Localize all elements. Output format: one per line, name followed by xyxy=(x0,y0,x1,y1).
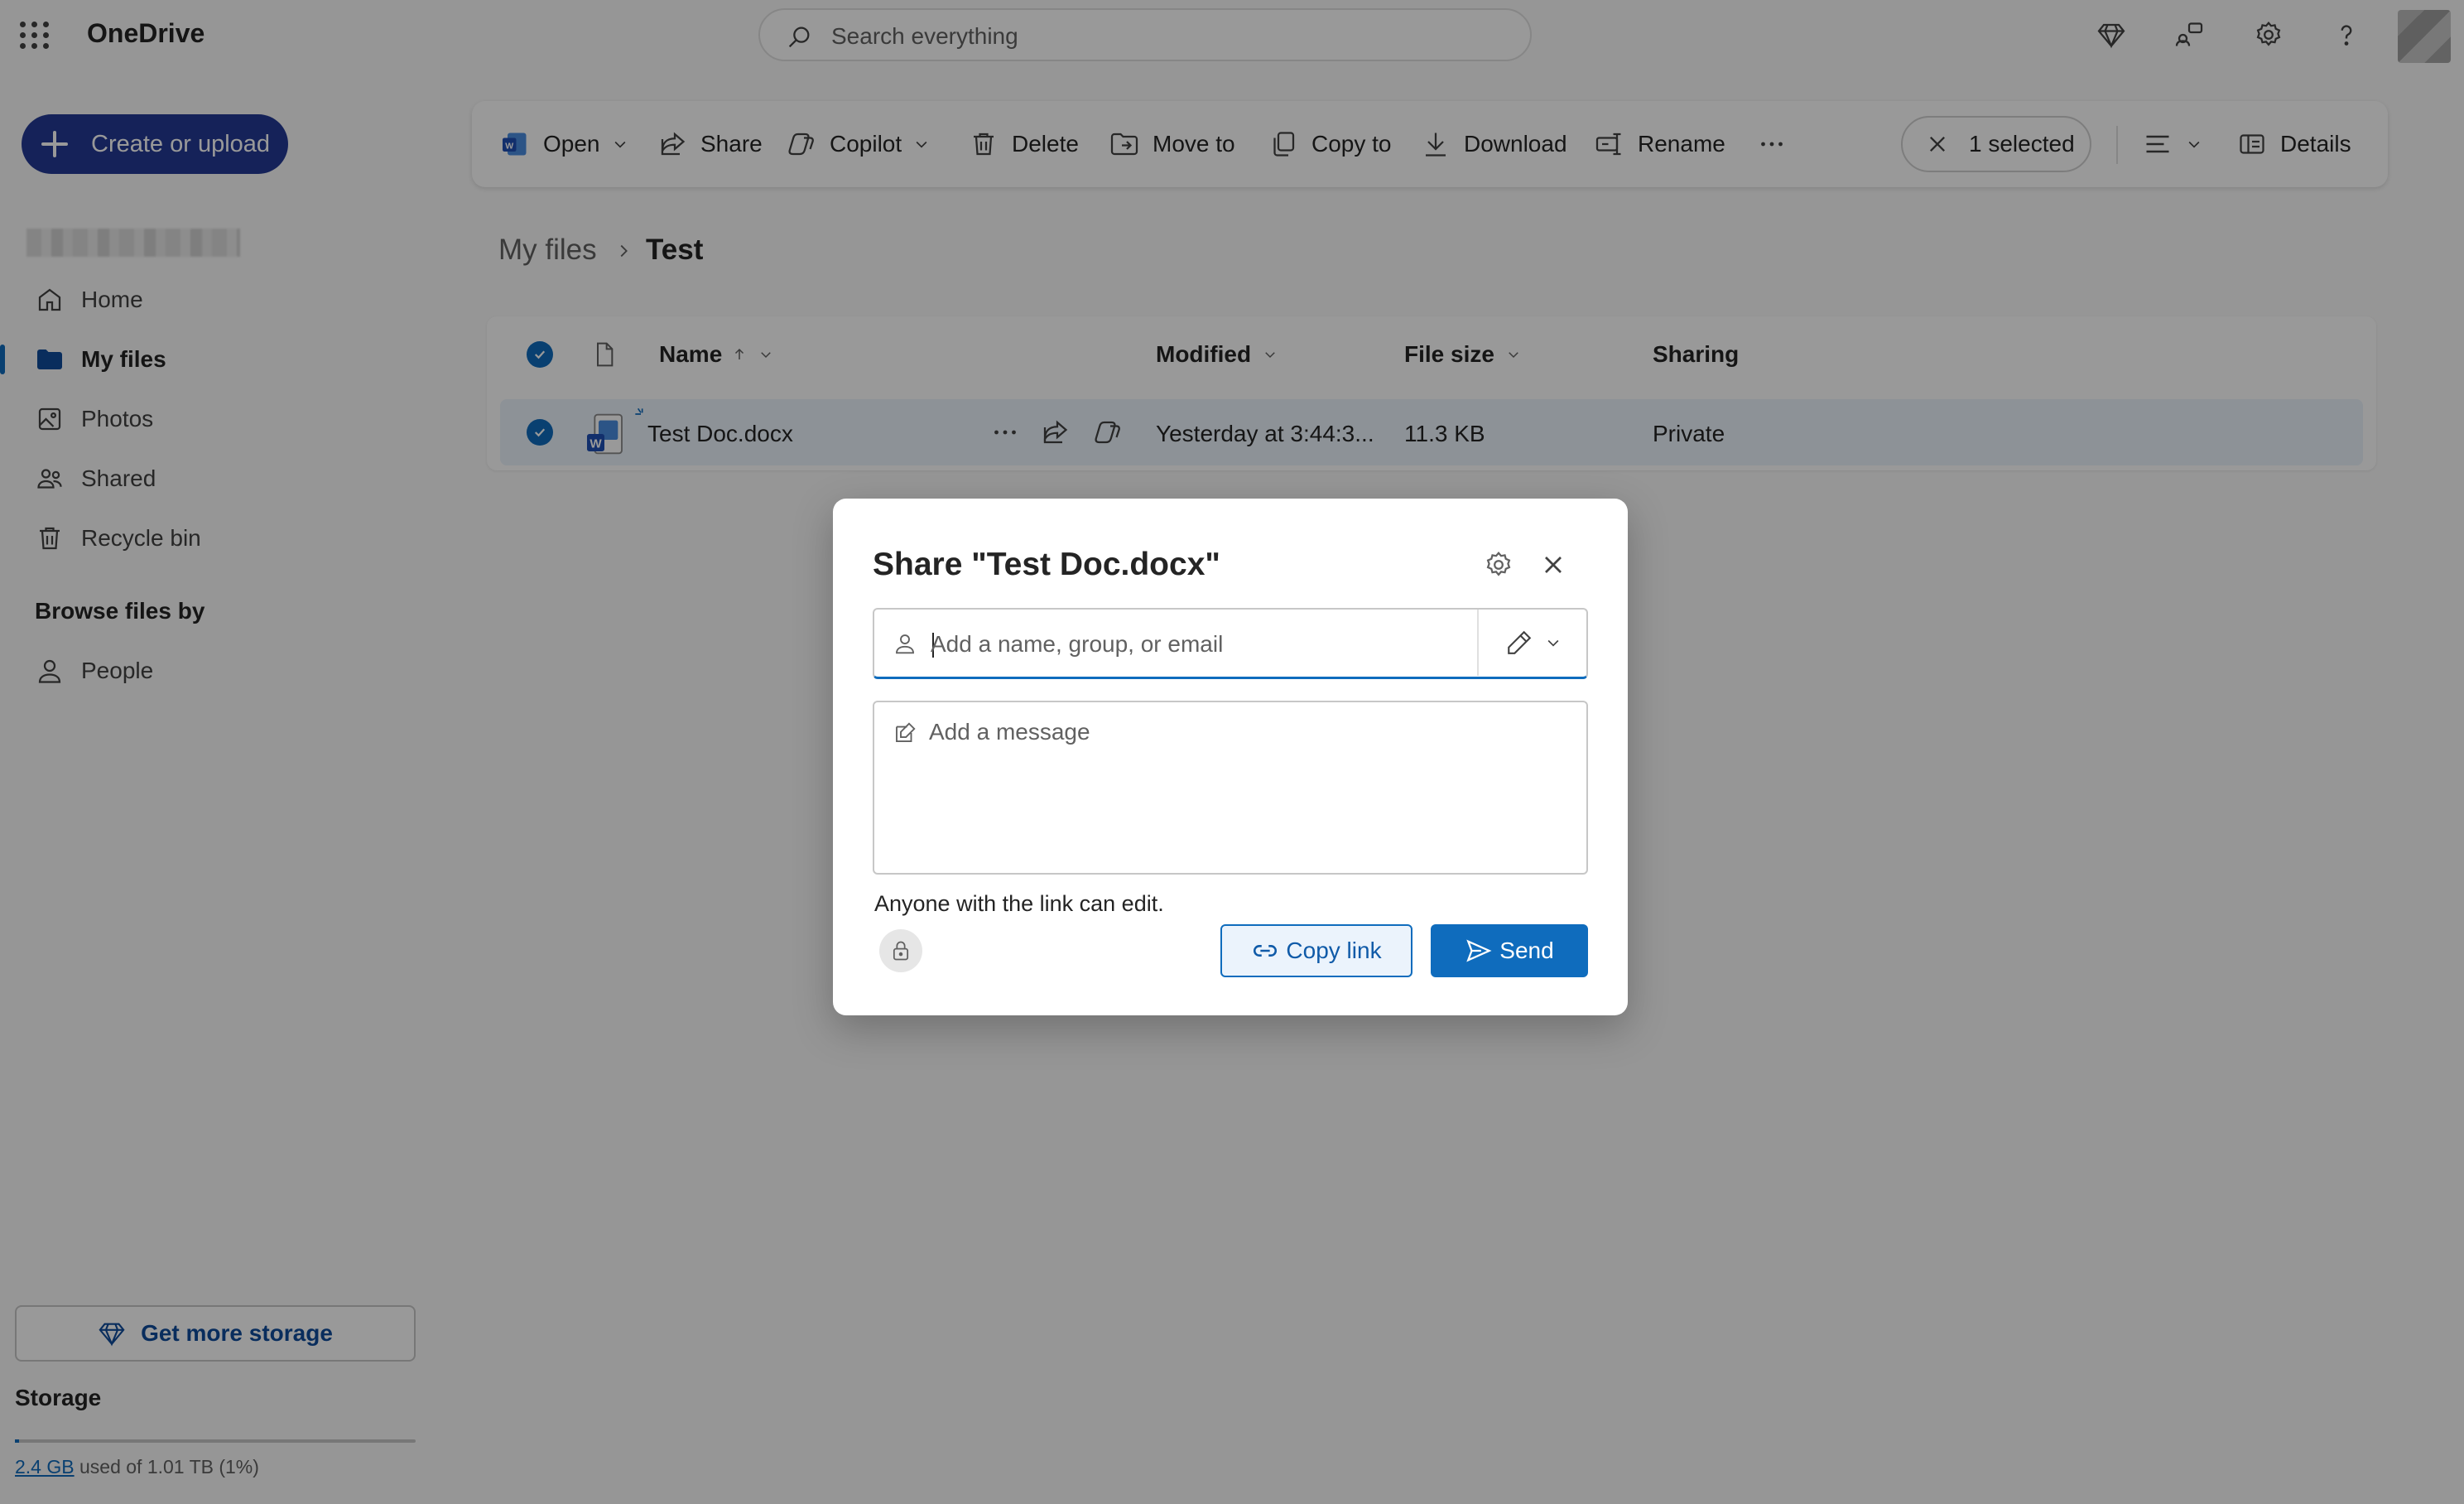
copy-link-button[interactable]: Copy link xyxy=(1220,924,1412,977)
send-label: Send xyxy=(1499,938,1554,963)
message-input[interactable] xyxy=(929,719,1575,860)
permission-dropdown[interactable] xyxy=(1477,610,1588,676)
copy-link-label: Copy link xyxy=(1286,938,1382,963)
share-dialog: Share "Test Doc.docx" Anyone with the li… xyxy=(833,499,1628,1015)
pencil-edit-icon xyxy=(1508,630,1532,654)
people-picker xyxy=(873,608,1588,679)
lock-icon xyxy=(893,941,909,961)
close-icon[interactable] xyxy=(1538,550,1568,580)
share-dialog-title: Share "Test Doc.docx" xyxy=(873,547,1220,582)
send-button[interactable]: Send xyxy=(1431,924,1588,977)
send-icon xyxy=(1466,939,1492,962)
people-input[interactable] xyxy=(931,621,1494,668)
link-settings-button[interactable] xyxy=(879,929,922,972)
person-icon xyxy=(896,634,914,654)
onedrive-app: OneDrive Search everything Create or upl… xyxy=(0,0,2464,1504)
chevron-down-icon xyxy=(1547,639,1559,647)
link-permission-description[interactable]: Anyone with the link can edit. xyxy=(874,891,1164,917)
message-box xyxy=(873,701,1588,875)
compose-message-icon xyxy=(896,722,916,742)
link-icon xyxy=(1254,945,1278,957)
link-settings-gear-icon[interactable] xyxy=(1484,550,1514,580)
